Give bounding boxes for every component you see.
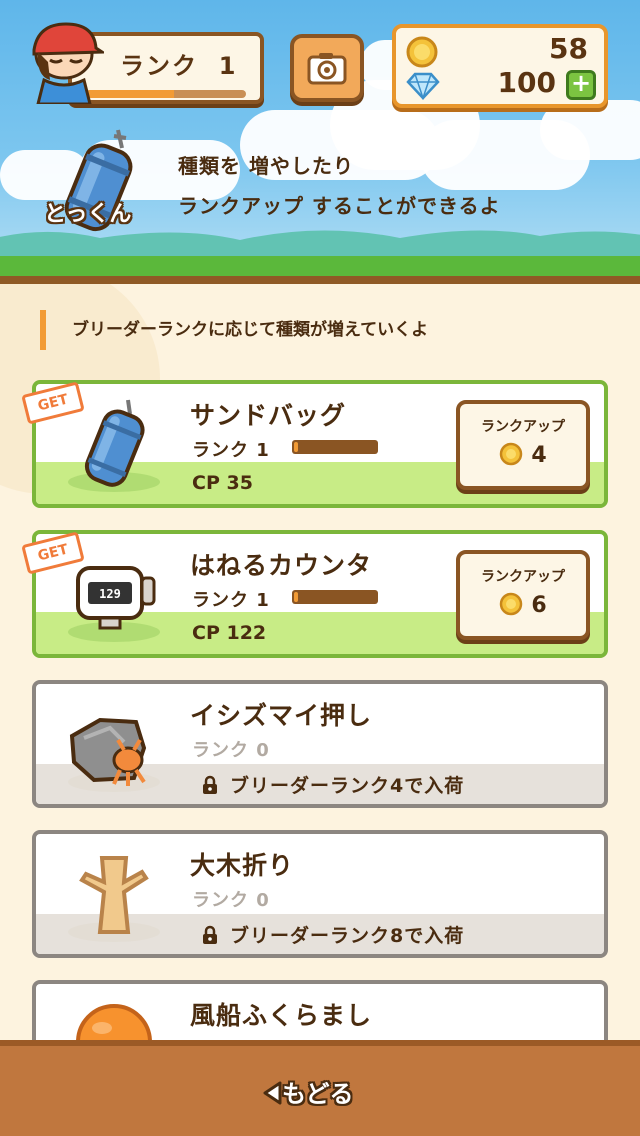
trainer-rank-label: ランク 1 bbox=[120, 46, 237, 81]
rankup-button[interactable]: ランクアップ 4 bbox=[456, 400, 590, 490]
item-name: サンドバッグ bbox=[190, 401, 347, 430]
item-name: イシズマイ押し bbox=[190, 701, 373, 730]
cloud bbox=[540, 100, 640, 160]
lock-icon bbox=[203, 925, 217, 944]
item-rank: ランク 0 bbox=[192, 740, 270, 761]
info-note: ブリーダーランクに応じて種類が増えていくよ bbox=[40, 310, 428, 350]
counter-icon: 129 bbox=[68, 566, 160, 642]
currency-panel: 58 100 + bbox=[392, 24, 608, 108]
unlock-requirement: ブリーダーランク8で入荷 bbox=[230, 925, 465, 947]
coin-icon bbox=[500, 592, 523, 616]
coin-icon bbox=[406, 36, 438, 68]
rankup-cost: 4 bbox=[460, 442, 586, 468]
rankup-label: ランクアップ bbox=[481, 419, 565, 435]
training-card-tree[interactable]: 大木折り ランク 0 ブリーダーランク8で入荷 bbox=[32, 830, 608, 958]
tree-trunk-icon bbox=[68, 856, 160, 942]
gem-count: 100 bbox=[497, 66, 556, 99]
intro-line-2: ランクアップ することができるよ bbox=[178, 194, 501, 218]
training-list[interactable]: ブリーダーランクに応じて種類が増えていくよ サンドバッグ ランク 1 CP 35… bbox=[0, 284, 640, 1040]
item-rank: ランク 1 bbox=[192, 590, 270, 611]
item-cp: CP 35 bbox=[192, 472, 253, 494]
item-rank-progress-fill bbox=[294, 592, 299, 602]
footer-bar: もどる bbox=[0, 1040, 640, 1136]
grass-strip bbox=[0, 256, 640, 278]
header-scene: ランク 1 58 100 + とっくん 種類を 増やしたり ランクアップ するこ… bbox=[0, 0, 640, 284]
item-name: 風船ふくらまし bbox=[190, 1001, 373, 1030]
item-rank-progress bbox=[292, 590, 378, 604]
item-rank: ランク 0 bbox=[192, 890, 270, 911]
sandbag-icon bbox=[68, 399, 160, 492]
training-card-sandbag[interactable]: サンドバッグ ランク 1 CP 35 ランクアップ 4 bbox=[32, 380, 608, 508]
balloon-icon bbox=[76, 1004, 152, 1040]
camera-icon bbox=[307, 53, 347, 85]
item-rank-progress bbox=[292, 440, 378, 454]
soil-strip bbox=[0, 276, 640, 284]
rank-text: ランク bbox=[120, 52, 198, 80]
training-card-counter[interactable]: 129 はねるカウンタ ランク 1 CP 122 ランクアップ 6 bbox=[32, 530, 608, 658]
back-label: もどる bbox=[282, 1080, 354, 1108]
item-rank-progress-fill bbox=[294, 442, 299, 452]
rank-value: 1 bbox=[218, 52, 238, 80]
trainer-rank-progress bbox=[86, 90, 246, 98]
lock-icon bbox=[203, 775, 217, 794]
camera-button[interactable] bbox=[290, 34, 364, 102]
item-cp: CP 122 bbox=[192, 622, 267, 644]
trainer-avatar-icon[interactable] bbox=[24, 18, 104, 104]
dwebble-rock-icon bbox=[68, 717, 160, 792]
rankup-cost-value: 4 bbox=[531, 443, 547, 468]
back-button[interactable]: もどる bbox=[262, 1074, 354, 1109]
unlock-requirement: ブリーダーランク4で入荷 bbox=[230, 775, 465, 797]
rankup-cost-value: 6 bbox=[531, 593, 547, 618]
item-rank: ランク 1 bbox=[192, 440, 270, 461]
counter-display: 129 bbox=[99, 587, 121, 601]
add-gems-button[interactable]: + bbox=[566, 70, 596, 100]
item-name: 大木折り bbox=[190, 851, 295, 880]
coin-icon bbox=[500, 442, 523, 466]
item-name: はねるカウンタ bbox=[190, 551, 373, 580]
training-card-dwebble[interactable]: イシズマイ押し ランク 0 ブリーダーランク4で入荷 bbox=[32, 680, 608, 808]
rankup-cost: 6 bbox=[460, 592, 586, 618]
rankup-label: ランクアップ bbox=[481, 569, 565, 585]
back-arrow-icon bbox=[263, 1081, 282, 1105]
intro-character-label: とっくん bbox=[44, 202, 132, 227]
gem-icon bbox=[406, 72, 440, 100]
coin-count: 58 bbox=[549, 32, 588, 65]
training-card-balloon[interactable]: 風船ふくらまし bbox=[32, 980, 608, 1040]
rankup-button[interactable]: ランクアップ 6 bbox=[456, 550, 590, 640]
intro-line-1: 種類を 増やしたり bbox=[178, 154, 354, 178]
